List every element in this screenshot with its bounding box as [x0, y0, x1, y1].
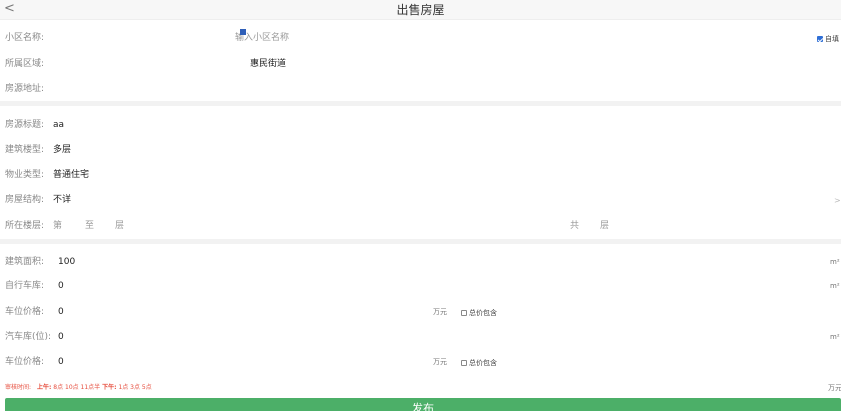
floor-total-text: 共 [570, 221, 580, 231]
parking-included-checkbox[interactable] [461, 309, 467, 316]
parking-price2-unit: 万元 [433, 358, 447, 366]
community-row: 小区名称: 输入小区名称 自填 [0, 26, 841, 51]
building-type-label: 建筑楼型: [5, 145, 45, 155]
building-area-unit: m² [830, 258, 840, 266]
listing-title-label: 房源标题: [5, 120, 45, 130]
address-label: 房源地址: [5, 84, 45, 94]
parking-price-row: 车位价格: 0 万元 总价包含 [0, 300, 841, 325]
floor-di-text: 第 [53, 221, 63, 231]
building-area-row: 建筑面积: 100 m² [0, 250, 841, 275]
property-type-value[interactable]: 普通住宅 [53, 163, 89, 188]
listing-title-input[interactable]: aa [53, 113, 64, 138]
afternoon-label: 下午: [102, 384, 117, 391]
bike-garage-input[interactable]: 0 [58, 274, 64, 299]
community-label: 小区名称: [5, 33, 45, 43]
auto-fill-label: 自填 [825, 34, 839, 43]
section-divider [0, 101, 841, 106]
floor-row: 所在楼层: 第 至 层 共 层 [0, 214, 841, 239]
parking-price2-row: 车位价格: 0 万元 总价包含 [0, 350, 841, 375]
parking-price-unit: 万元 [433, 308, 447, 316]
bike-garage-label: 自行车库: [5, 281, 45, 291]
district-value[interactable]: 惠民街道 [250, 52, 286, 77]
text-cursor-icon [240, 29, 246, 35]
parking-included-label: 总价包含 [469, 308, 497, 317]
building-type-value[interactable]: 多层 [53, 138, 71, 163]
car-garage-unit: m² [830, 333, 840, 341]
auto-fill-toggle[interactable]: 自填 [817, 26, 839, 51]
bike-garage-unit: m² [830, 282, 840, 290]
property-type-row[interactable]: 物业类型: 普通住宅 [0, 163, 841, 188]
publish-button[interactable]: 发布 [5, 398, 841, 411]
chevron-right-icon: > [834, 196, 841, 205]
parking-price2-label: 车位价格: [5, 357, 45, 367]
car-garage-label: 汽车库(位): [5, 332, 52, 342]
header-bar: < 出售房屋 [0, 0, 841, 20]
section-divider [0, 239, 841, 244]
building-area-label: 建筑面积: [5, 257, 45, 267]
property-type-label: 物业类型: [5, 170, 45, 180]
auto-fill-checkbox[interactable] [817, 35, 823, 42]
building-type-row[interactable]: 建筑楼型: 多层 [0, 138, 841, 163]
morning-times: 8点 10点 11点半 [53, 384, 101, 391]
listing-title-row: 房源标题: aa [0, 113, 841, 138]
parking-included-toggle[interactable]: 总价包含 [461, 300, 497, 325]
structure-label: 房屋结构: [5, 195, 45, 205]
floor-to-text: 至 [85, 221, 95, 231]
structure-row[interactable]: 房屋结构: 不详 > [0, 188, 841, 213]
afternoon-times: 1点 3点 5点 [118, 384, 152, 391]
building-area-input[interactable]: 100 [58, 250, 75, 275]
parking-included2-checkbox[interactable] [461, 359, 467, 366]
district-row[interactable]: 所属区域: 惠民街道 [0, 52, 841, 77]
parking-included2-toggle[interactable]: 总价包含 [461, 350, 497, 375]
floor-ceng-text: 层 [115, 221, 125, 231]
parking-price-input[interactable]: 0 [58, 300, 64, 325]
review-prefix: 审核时间: [5, 384, 32, 391]
review-time-note: 审核时间: 上午: 8点 10点 11点半 下午: 1点 3点 5点 [5, 382, 152, 391]
district-label: 所属区域: [5, 59, 45, 69]
sell-house-page: < 出售房屋 小区名称: 输入小区名称 自填 所属区域: 惠民街道 房源地址: … [0, 0, 841, 411]
bike-garage-row: 自行车库: 0 m² [0, 274, 841, 299]
car-garage-row: 汽车库(位): 0 m² [0, 325, 841, 350]
parking-price-label: 车位价格: [5, 307, 45, 317]
structure-value[interactable]: 不详 [53, 188, 71, 213]
car-garage-input[interactable]: 0 [58, 325, 64, 350]
parking-price2-input[interactable]: 0 [58, 350, 64, 375]
morning-label: 上午: [36, 384, 52, 391]
page-title: 出售房屋 [396, 3, 445, 17]
parking-included2-label: 总价包含 [469, 358, 497, 367]
floor-label: 所在楼层: [5, 221, 45, 231]
address-row[interactable]: 房源地址: [0, 77, 841, 102]
floor-total-ceng-text: 层 [600, 221, 610, 231]
